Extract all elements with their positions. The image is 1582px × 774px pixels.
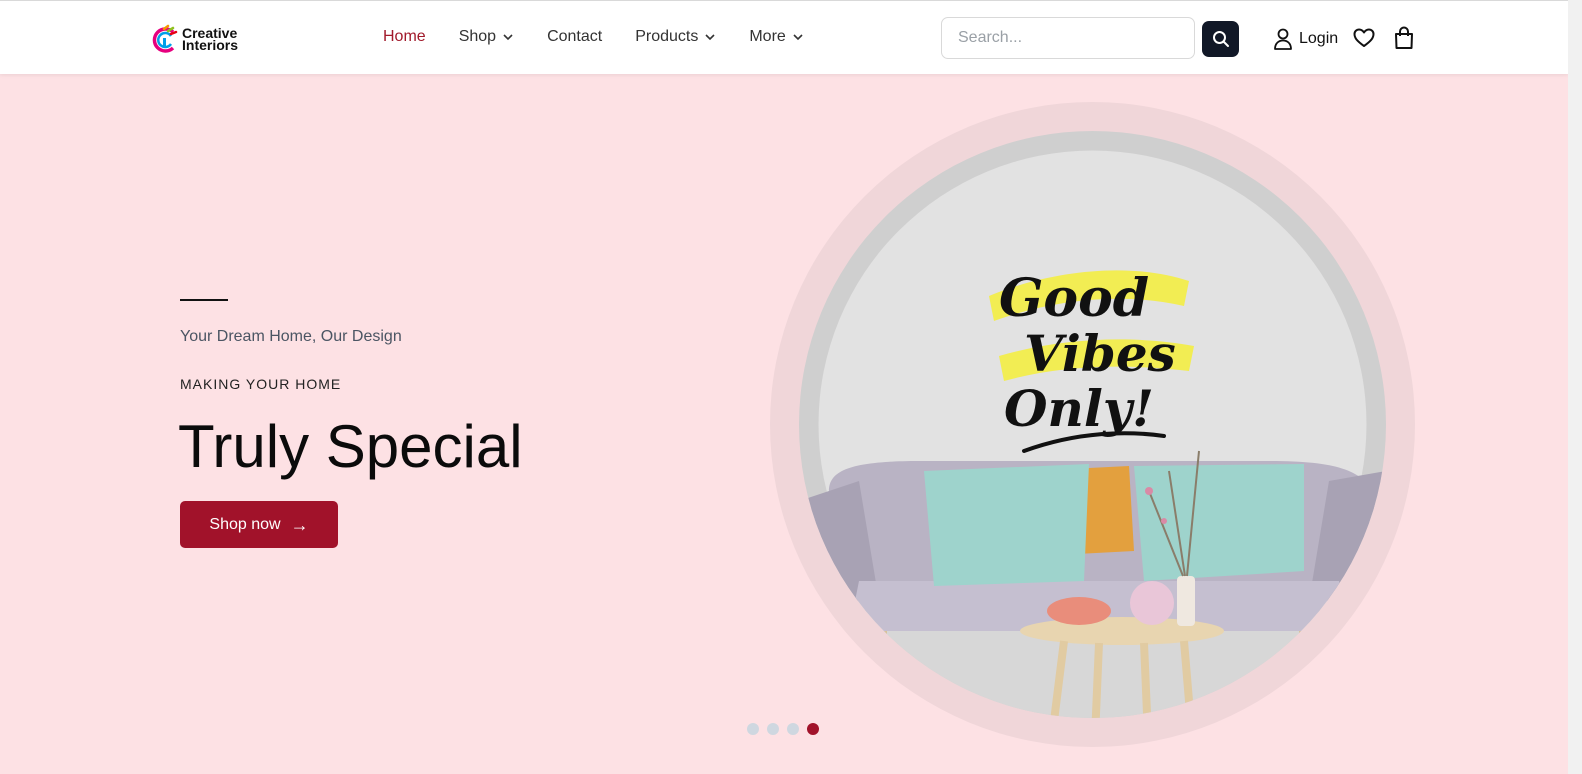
image-text-good: Good [999,268,1149,329]
heart-icon [1353,28,1375,47]
shopping-bag-icon [1395,26,1413,49]
image-text-vibes: Vibes [1024,324,1176,383]
top-navbar: Creative Interiors Home Shop Contact Pro… [0,0,1568,74]
image-text-only: Only! [1004,379,1154,438]
logo-icon [152,24,178,53]
nav-item-label: Shop [458,28,497,45]
main-nav: Home Shop Contact Products More [383,28,837,46]
nav-item-products[interactable]: Products [635,28,716,46]
carousel-dot-1[interactable] [747,723,759,735]
chevron-down-icon [503,34,513,41]
wishlist-button[interactable] [1353,28,1375,53]
search-input[interactable] [941,17,1195,59]
brand-logo[interactable]: Creative Interiors [149,23,238,55]
login-link[interactable]: Login [1273,28,1338,50]
hero-banner: Your Dream Home, Our Design MAKING YOUR … [0,74,1568,774]
hero-eyebrow: MAKING YOUR HOME [180,376,342,392]
sofa-scene-illustration: Good Vibes Only! [799,150,1386,718]
arrow-right-icon: → [290,514,309,535]
brand-name-line2: Interiors [182,37,239,53]
carousel-indicators [747,723,827,735]
hero-tagline: Your Dream Home, Our Design [180,328,402,345]
nav-item-label: Products [635,28,699,45]
user-icon [1274,28,1292,50]
nav-item-label: More [749,28,786,45]
cart-button[interactable] [1394,26,1414,55]
carousel-dot-2[interactable] [767,723,779,735]
chevron-down-icon [705,34,715,41]
nav-item-contact[interactable]: Contact [547,28,602,46]
shop-now-button[interactable]: Shop now → [180,501,338,548]
login-label: Login [1299,30,1339,47]
search-button[interactable] [1202,21,1239,57]
hero-image: Good Vibes Only! [799,131,1386,718]
nav-item-label: Contact [547,28,603,45]
nav-item-more[interactable]: More [749,28,803,46]
carousel-dot-3[interactable] [787,723,799,735]
nav-item-home[interactable]: Home [383,28,426,46]
hero-accent-line [180,299,228,301]
chevron-down-icon [793,34,803,41]
nav-item-label: Home [383,28,426,45]
hero-headline: Truly Special [178,413,523,480]
brand-name: Creative Interiors [182,26,239,53]
search-icon [1212,31,1229,47]
shop-now-label: Shop now [209,515,281,533]
page: Creative Interiors Home Shop Contact Pro… [0,0,1582,774]
nav-item-shop[interactable]: Shop [459,28,514,46]
carousel-dot-4[interactable] [807,723,819,735]
